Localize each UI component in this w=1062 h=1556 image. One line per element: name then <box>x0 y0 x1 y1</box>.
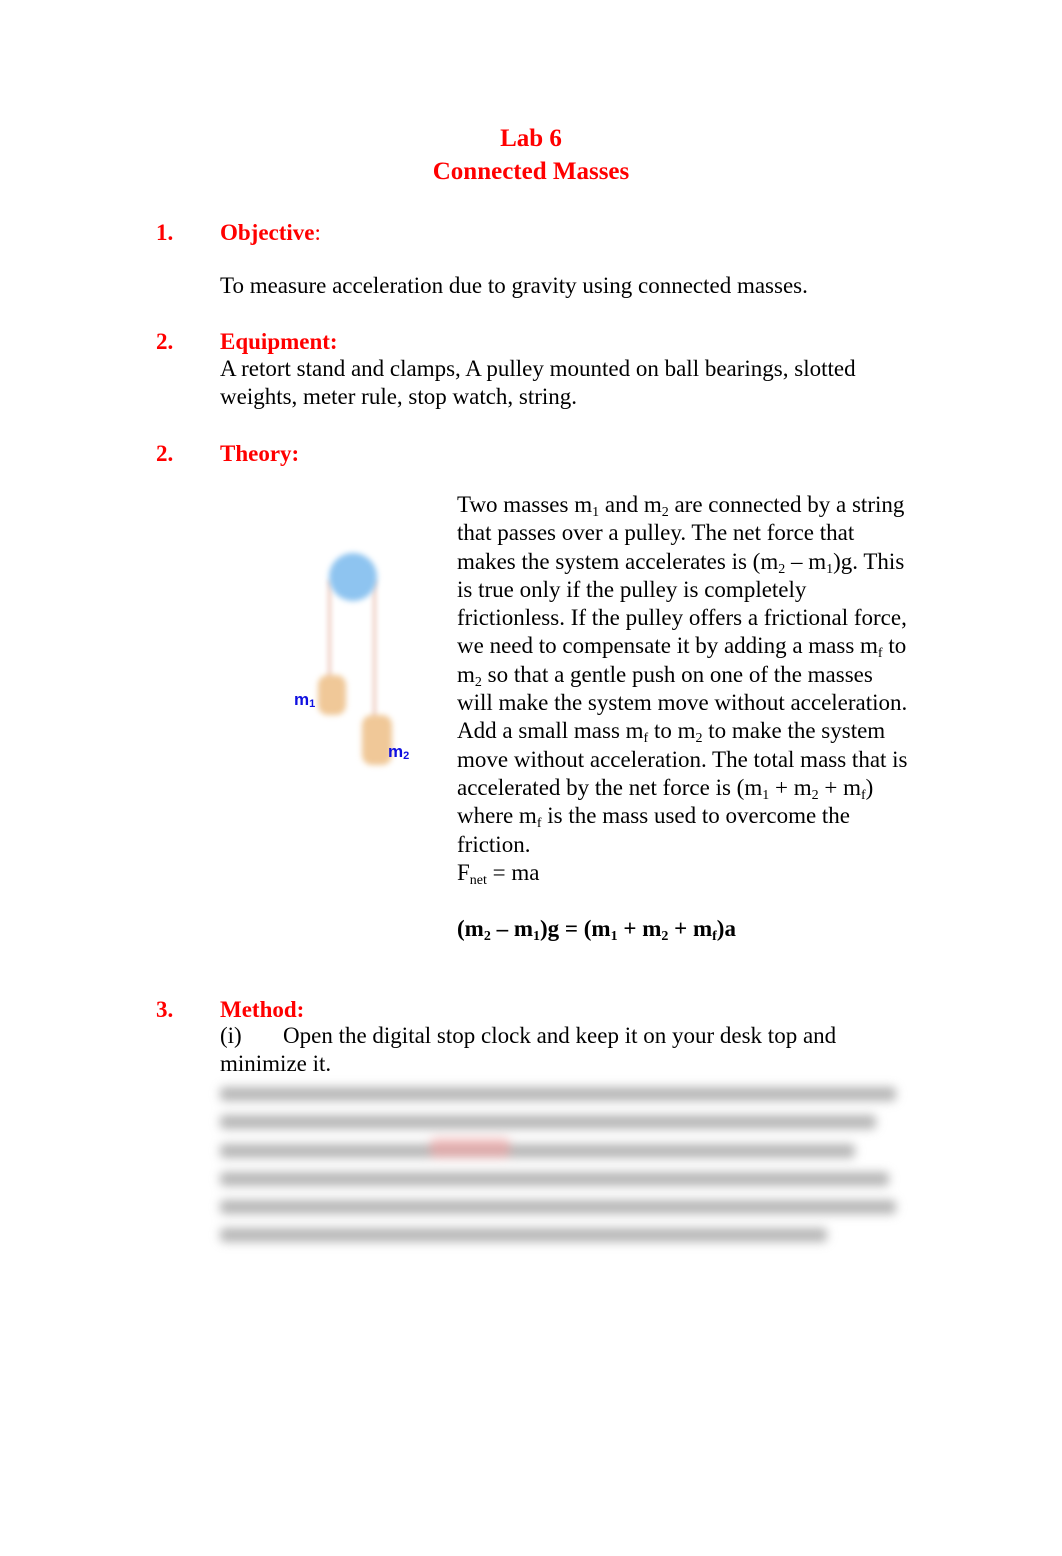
string-right <box>372 580 377 720</box>
objective-title: Objective <box>220 220 315 245</box>
fnet-formula: Fnet = ma <box>457 859 912 888</box>
method-heading: Method: <box>220 997 305 1022</box>
label-m2-text: m <box>388 742 404 761</box>
method-step-1-text: Open the digital stop clock and keep it … <box>283 1023 837 1048</box>
t: )a <box>716 916 736 942</box>
pulley-diagram: m1 m2 <box>280 540 430 780</box>
blurred-line <box>220 1171 890 1186</box>
t: 2 <box>474 674 482 690</box>
method-number: 3. <box>156 997 174 1022</box>
t: )g = (m <box>540 916 611 942</box>
blurred-line <box>220 1200 897 1215</box>
theory-heading: Theory: <box>220 441 300 466</box>
t: + m <box>818 774 861 800</box>
label-m2: m2 <box>388 742 409 762</box>
string-left <box>327 580 332 690</box>
label-m2-sub: 2 <box>403 750 410 762</box>
method-step-1-line-2: minimize it. <box>220 1051 332 1077</box>
t: (m <box>457 916 484 942</box>
t: + m <box>668 916 713 942</box>
t: 1 <box>533 929 540 945</box>
t: and m <box>599 492 662 517</box>
equipment-heading: Equipment: <box>220 329 338 354</box>
blurred-line <box>220 1115 876 1130</box>
blurred-line <box>220 1087 897 1101</box>
blurred-line <box>220 1228 828 1243</box>
method-step-1-label: (i) <box>220 1023 242 1048</box>
blurred-line <box>220 1143 855 1158</box>
t: + m <box>617 916 662 942</box>
t: + m <box>769 774 812 800</box>
t: – m <box>490 916 533 942</box>
lab-title: Connected Masses <box>432 158 630 185</box>
equipment-number: 2. <box>156 329 174 354</box>
label-m1-text: m <box>294 690 310 709</box>
equipment-text: A retort stand and clamps, A pulley moun… <box>220 355 910 412</box>
lab-number: Lab 6 <box>500 125 562 152</box>
equipment-line-2: weights, meter rule, stop watch, string. <box>220 384 578 410</box>
t: 2 <box>695 731 703 747</box>
t: net <box>469 872 487 888</box>
method-step-1-line-1: (i) Open the digital stop clock and keep … <box>220 1022 910 1050</box>
t: F <box>457 859 470 885</box>
t: Two masses m <box>457 492 593 517</box>
t: to m <box>648 718 696 744</box>
objective-heading: Objective: <box>220 219 321 247</box>
t: = ma <box>486 859 540 885</box>
objective-colon: : <box>314 220 321 245</box>
t: so that a gentle push on one of the mass… <box>457 661 908 716</box>
mass-m1 <box>318 675 346 715</box>
equipment-line-1: A retort stand and clamps, A pulley moun… <box>220 356 856 381</box>
theory-text: Two masses m1 and m2 are connected by a … <box>457 491 912 944</box>
main-equation: (m2 – m1)g = (m1 + m2 + mf)a <box>457 915 912 945</box>
theory-number: 2. <box>156 441 174 466</box>
t: 2 <box>661 505 669 520</box>
pulley-icon <box>329 553 377 601</box>
label-m1: m1 <box>294 690 315 710</box>
t: 1 <box>610 929 618 945</box>
method-step-1: (i) Open the digital stop clock and keep … <box>220 1022 910 1079</box>
objective-text: To measure acceleration due to gravity u… <box>220 273 808 298</box>
t: 2 <box>483 929 491 945</box>
t: Add a small mass m <box>457 718 644 744</box>
theory-paragraph-2: Add a small mass mf to m2 to make the sy… <box>457 717 912 858</box>
blurred-content <box>220 1080 910 1250</box>
t: 2 <box>811 787 819 803</box>
t: – m <box>785 548 827 574</box>
objective-number: 1. <box>156 220 174 245</box>
label-m1-sub: 1 <box>309 698 316 710</box>
blurred-highlight <box>430 1138 510 1158</box>
theory-paragraph-1: Two masses m1 and m2 are connected by a … <box>457 491 912 717</box>
